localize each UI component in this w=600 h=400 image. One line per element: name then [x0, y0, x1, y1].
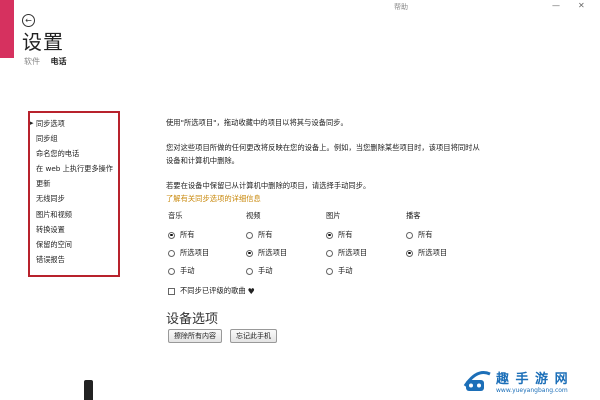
option-label: 所有 — [338, 230, 353, 239]
tab-phone[interactable]: 电话 — [51, 57, 67, 66]
settings-tabs: 软件 电话 — [24, 56, 75, 67]
podcasts-all-radio[interactable]: 所有 — [406, 230, 433, 240]
main-panel: 使用"所选项目"，拖动收藏中的项目以将其与设备同步。 您对这些项目所做的任何更改… — [166, 0, 586, 400]
site-watermark: 趣 手 游 网 www.yueyangbang.com — [460, 362, 600, 400]
video-manual-radio[interactable]: 手动 — [246, 266, 273, 276]
option-label: 所选项目 — [180, 248, 210, 257]
option-label: 所有 — [180, 230, 195, 239]
sidebar-item-sync-options[interactable]: 同步选项 — [30, 116, 118, 131]
video-all-radio[interactable]: 所有 — [246, 230, 273, 240]
unrated-songs-checkbox[interactable]: 不同步已评级的歌曲 ♥ — [168, 286, 255, 296]
music-manual-radio[interactable]: 手动 — [168, 266, 195, 276]
option-label: 所有 — [258, 230, 273, 239]
page-title: 设置 — [22, 30, 64, 54]
radio-icon — [168, 249, 175, 257]
learn-more-link[interactable]: 了解有关同步选项的详细信息 — [166, 194, 261, 204]
checkbox-icon — [168, 287, 175, 295]
radio-icon — [246, 231, 253, 239]
video-selected-radio[interactable]: 所选项目 — [246, 248, 287, 258]
radio-icon — [326, 267, 333, 275]
phone-image — [84, 380, 93, 400]
option-label: 所有 — [418, 230, 433, 239]
watermark-logo-icon — [463, 371, 491, 391]
option-label: 手动 — [258, 266, 273, 275]
sidebar-item-reserved-space[interactable]: 保留的空间 — [36, 237, 118, 252]
radio-icon — [246, 249, 253, 257]
manual-sync-hint: 若要在设备中保留已从计算机中删除的项目，请选择手动同步。 — [166, 181, 371, 190]
erase-all-button[interactable]: 擦除所有内容 — [168, 329, 222, 343]
pictures-column-title: 图片 — [326, 211, 341, 220]
option-label: 所选项目 — [338, 248, 368, 257]
option-label: 手动 — [338, 266, 353, 275]
option-label: 手动 — [180, 266, 195, 275]
sidebar-item-sync-group[interactable]: 同步组 — [36, 131, 118, 146]
option-label: 所选项目 — [418, 248, 448, 257]
radio-icon — [406, 249, 413, 257]
description-line-2: 设备和计算机中删除。 — [166, 156, 239, 165]
podcasts-column-title: 播客 — [406, 211, 421, 220]
sidebar-item-conversion[interactable]: 转换设置 — [36, 222, 118, 237]
sidebar-item-name-phone[interactable]: 命名您的电话 — [36, 146, 118, 161]
video-column-title: 视频 — [246, 211, 261, 220]
podcasts-selected-radio[interactable]: 所选项目 — [406, 248, 447, 258]
radio-icon — [326, 249, 333, 257]
device-options-title: 设备选项 — [166, 312, 219, 327]
watermark-url: www.yueyangbang.com — [496, 387, 568, 394]
sidebar-item-error-report[interactable]: 错误报告 — [36, 252, 118, 267]
forget-phone-button[interactable]: 忘记此手机 — [230, 329, 277, 343]
sidebar-item-pictures-videos[interactable]: 图片和视频 — [36, 207, 118, 222]
pictures-manual-radio[interactable]: 手动 — [326, 266, 353, 276]
music-all-radio[interactable]: 所有 — [168, 230, 195, 240]
pictures-all-radio[interactable]: 所有 — [326, 230, 353, 240]
radio-icon — [246, 267, 253, 275]
sidebar-item-web[interactable]: 在 web 上执行更多操作 — [36, 161, 118, 176]
option-label: 所选项目 — [258, 248, 288, 257]
music-column-title: 音乐 — [168, 211, 183, 220]
description-line-1: 您对这些项目所做的任何更改将反映在您的设备上。例如，当您删除某些项目时，该项目将… — [166, 143, 480, 152]
pictures-selected-radio[interactable]: 所选项目 — [326, 248, 367, 258]
intro-text: 使用"所选项目"，拖动收藏中的项目以将其与设备同步。 — [166, 118, 348, 127]
music-selected-radio[interactable]: 所选项目 — [168, 248, 209, 258]
sidebar-item-wireless-sync[interactable]: 无线同步 — [36, 191, 118, 206]
radio-icon — [326, 231, 333, 239]
sidebar-nav: 同步选项 同步组 命名您的电话 在 web 上执行更多操作 更新 无线同步 图片… — [28, 111, 120, 277]
watermark-brand: 趣 手 游 网 — [496, 372, 569, 387]
tab-software[interactable]: 软件 — [24, 57, 40, 66]
radio-icon — [168, 267, 175, 275]
sidebar-item-update[interactable]: 更新 — [36, 176, 118, 191]
checkbox-label: 不同步已评级的歌曲 — [180, 286, 246, 295]
heart-icon: ♥ — [247, 286, 255, 296]
radio-icon — [168, 231, 175, 239]
radio-icon — [406, 231, 413, 239]
